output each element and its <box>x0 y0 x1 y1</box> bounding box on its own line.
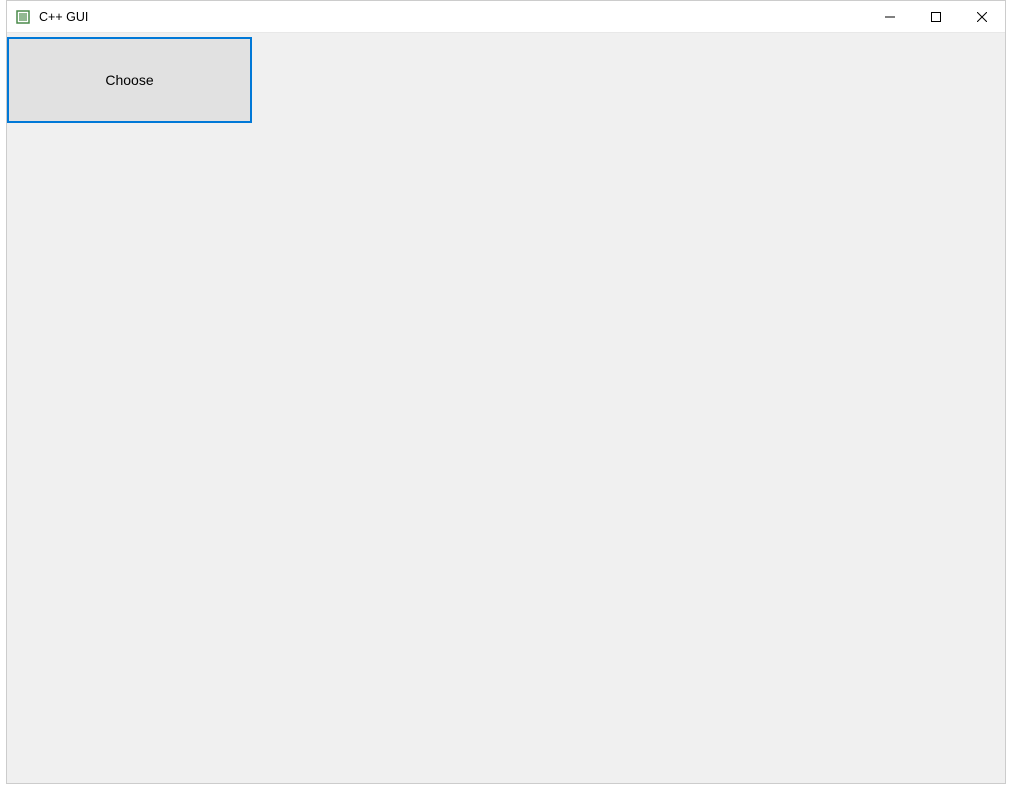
choose-button[interactable]: Choose <box>7 37 252 123</box>
window-controls <box>867 1 1005 32</box>
app-window: C++ GUI Choose <box>6 0 1006 784</box>
window-title: C++ GUI <box>39 10 867 24</box>
minimize-button[interactable] <box>867 1 913 33</box>
close-button[interactable] <box>959 1 1005 33</box>
titlebar: C++ GUI <box>7 1 1005 33</box>
client-area: Choose <box>7 33 1005 783</box>
app-icon <box>15 9 31 25</box>
maximize-button[interactable] <box>913 1 959 33</box>
